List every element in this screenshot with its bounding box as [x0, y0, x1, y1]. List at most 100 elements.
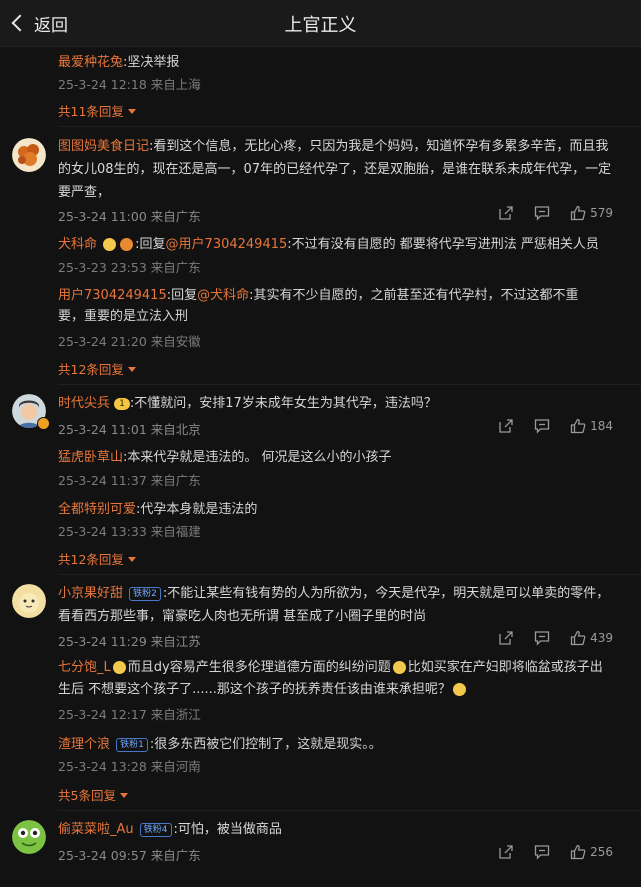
reply-item: 渣理个浪 铁粉1:很多东西被它们控制了，这就是现实。。 — [58, 733, 628, 752]
share-icon[interactable] — [498, 630, 514, 646]
reply-meta: 25-3-24 13:33 来自福建 — [58, 524, 201, 539]
more-replies[interactable]: 共5条回复 — [58, 785, 628, 804]
comment-body: 图图妈美食日记:看到这个信息，无比心疼，只因为我是个妈妈，知道怀孕有多累多辛苦，… — [58, 135, 618, 204]
like-icon — [570, 630, 586, 646]
reply-author[interactable]: 犬科命 — [58, 237, 97, 252]
like-button[interactable]: 256 — [570, 844, 613, 860]
comment-text: :不懂就问，安排17岁未成年女生为其代孕，违法吗？ — [129, 396, 437, 411]
reply-item: 最爱种花兔:坚决举报 — [58, 51, 628, 70]
share-icon[interactable] — [498, 418, 514, 434]
caret-down-icon — [127, 109, 136, 114]
more-replies-label: 共11条回复 — [58, 104, 124, 119]
reply-text: :坚决举报 — [123, 55, 180, 70]
fan-badge: 铁粉4 — [139, 822, 172, 837]
reply-author[interactable]: 七分饱_L — [58, 660, 111, 675]
reply-author[interactable]: 猛虎卧草山 — [58, 450, 123, 465]
comment-actions: 256 — [498, 844, 613, 860]
avatar[interactable] — [12, 138, 46, 172]
more-replies[interactable]: 共11条回复 — [58, 101, 628, 120]
caret-down-icon — [119, 793, 128, 798]
reply-text: :不过有没有自愿的 都要将代孕写进刑法 严惩相关人员 — [287, 237, 599, 252]
comment-author[interactable]: 小京果好甜 — [58, 586, 123, 601]
avatar[interactable] — [12, 584, 46, 618]
emoji-icon — [103, 238, 117, 251]
reply-author[interactable]: 全都特别可爱 — [58, 502, 136, 517]
divider — [58, 574, 641, 575]
comment-body: 偷菜菜啦_Au 铁粉4:可怕，被当做商品 — [58, 818, 618, 841]
comment-icon[interactable] — [534, 205, 550, 221]
reply-meta: 25-3-24 21:20 来自安徽 — [58, 334, 201, 349]
reply-meta: 25-3-24 12:17 来自浙江 — [58, 707, 201, 722]
more-replies-label: 共12条回复 — [58, 552, 124, 567]
like-count: 184 — [590, 419, 613, 433]
reply-text: :很多东西被它们控制了，这就是现实。。 — [149, 737, 382, 752]
comment-meta: 25-3-24 11:00 来自广东 — [58, 209, 201, 224]
comment-author[interactable]: 偷菜菜啦_Au — [58, 822, 134, 837]
comment-actions: 184 — [498, 418, 613, 434]
share-icon[interactable] — [498, 844, 514, 860]
like-icon — [570, 844, 586, 860]
fan-badge: 铁粉1 — [116, 737, 148, 752]
reply-meta: 25-3-24 11:37 来自广东 — [58, 473, 201, 488]
comment-meta: 25-3-24 11:29 来自江苏 — [58, 634, 201, 649]
reply-text: 而且dy容易产生很多伦理道德方面的纠纷问题 — [127, 660, 391, 675]
reply-prefix: :回复 — [135, 237, 166, 252]
handshake-icon — [112, 661, 126, 674]
caret-down-icon — [127, 557, 136, 562]
like-count: 439 — [590, 631, 613, 645]
divider — [58, 810, 641, 811]
reply-meta: 25-3-24 12:18 来自上海 — [58, 77, 201, 92]
like-count: 256 — [590, 845, 613, 859]
more-replies[interactable]: 共12条回复 — [58, 359, 628, 378]
comment-author[interactable]: 图图妈美食日记 — [58, 139, 149, 154]
comment-body: 小京果好甜 铁粉2:不能让某些有钱有势的人为所欲为，今天是代孕，明天就是可以单卖… — [58, 582, 618, 628]
comment-actions: 579 — [498, 205, 613, 221]
reply-text: :本来代孕就是违法的。 何况是这么小的小孩子 — [123, 450, 392, 465]
more-replies-label: 共5条回复 — [58, 788, 116, 803]
comment-icon[interactable] — [534, 630, 550, 646]
comment-actions: 439 — [498, 630, 613, 646]
comment-meta: 25-3-24 11:01 来自北京 — [58, 422, 201, 437]
like-count: 579 — [590, 206, 613, 220]
fan-badge: 铁粉2 — [129, 586, 161, 601]
caret-down-icon — [127, 367, 136, 372]
reply-author[interactable]: 渣理个浪 — [58, 737, 110, 752]
reply-text: :代孕本身就是违法的 — [136, 502, 258, 517]
comment-meta: 25-3-24 09:57 来自广东 — [58, 848, 201, 863]
comment-author[interactable]: 时代尖兵 — [58, 396, 110, 411]
mention-link[interactable]: @用户7304249415 — [166, 237, 288, 252]
share-icon[interactable] — [498, 205, 514, 221]
level-badge: 1 — [114, 397, 130, 410]
reply-item: 七分饱_L 而且dy容易产生很多伦理道德方面的纠纷问题 比如买家在产妇即将临盆或孩子… — [58, 657, 606, 701]
like-button[interactable]: 184 — [570, 418, 613, 434]
reply-author[interactable]: 最爱种花兔 — [58, 55, 123, 70]
more-replies-label: 共12条回复 — [58, 362, 124, 377]
reply-author[interactable]: 用户7304249415 — [58, 288, 167, 303]
reply-item: 猛虎卧草山:本来代孕就是违法的。 何况是这么小的小孩子 — [58, 446, 628, 465]
cat-avatar-icon — [12, 584, 46, 618]
more-replies[interactable]: 共12条回复 — [58, 549, 628, 568]
mention-link[interactable]: @犬科命 — [197, 288, 249, 303]
reply-meta: 25-3-24 13:28 来自河南 — [58, 759, 201, 774]
verified-icon — [37, 417, 50, 430]
like-button[interactable]: 579 — [570, 205, 613, 221]
page-title: 上官正义 — [284, 15, 357, 36]
comment-icon[interactable] — [534, 844, 550, 860]
reply-item: 犬科命 :回复@用户7304249415:不过有没有自愿的 都要将代孕写进刑法 … — [58, 233, 628, 252]
food-avatar-icon — [12, 138, 46, 172]
reply-item: 全都特别可爱:代孕本身就是违法的 — [58, 498, 628, 517]
thinking-emoji-icon — [452, 683, 466, 696]
comment-icon[interactable] — [534, 418, 550, 434]
crown-icon — [120, 238, 134, 251]
like-button[interactable]: 439 — [570, 630, 613, 646]
like-icon — [570, 418, 586, 434]
like-icon — [570, 205, 586, 221]
avatar[interactable] — [12, 820, 46, 854]
frog-avatar-icon — [12, 820, 46, 854]
reply-item: 用户7304249415:回复@犬科命:其实有不少自愿的，之前甚至还有代孕村，不… — [58, 285, 603, 327]
reply-meta: 25-3-23 23:53 来自广东 — [58, 260, 201, 275]
comment-text: :可怕，被当做商品 — [173, 822, 282, 837]
top-bar: 返回 上官正义 — [0, 0, 641, 47]
comment-body: 时代尖兵 1:不懂就问，安排17岁未成年女生为其代孕，违法吗？ — [58, 392, 618, 415]
divider — [58, 126, 641, 127]
